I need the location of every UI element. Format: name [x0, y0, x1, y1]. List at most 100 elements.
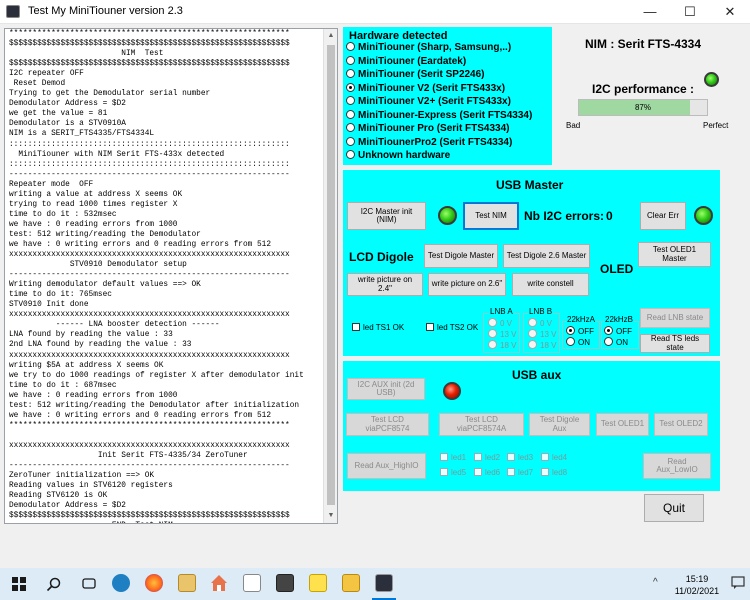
clear-err-button[interactable]: Clear Err	[640, 202, 686, 230]
notification-icon[interactable]	[731, 576, 745, 590]
minimize-button[interactable]: —	[630, 0, 670, 24]
maximize-button[interactable]: ☐	[670, 0, 710, 24]
app-icon	[6, 5, 20, 18]
hardware-option[interactable]: MiniTiounerPro2 (Serit FTS4334)	[346, 137, 512, 150]
radio-icon	[346, 123, 355, 132]
test-digole-26-master-button[interactable]: Test Digole 2.6 Master	[503, 244, 590, 268]
radio-icon	[346, 56, 355, 65]
home-icon[interactable]	[209, 573, 229, 593]
lnb-a-option: 13 V	[488, 329, 516, 339]
led5-checkbox[interactable]: led5	[440, 468, 466, 477]
minitiouner-icon[interactable]	[375, 574, 393, 592]
checkbox-icon	[474, 453, 482, 461]
hardware-option[interactable]: MiniTiouner Pro (Serit FTS4334)	[346, 123, 510, 136]
radio-selected-icon	[566, 326, 575, 335]
led3-checkbox[interactable]: led3	[507, 453, 533, 462]
hardware-option[interactable]: MiniTiouner (Serit SP2246)	[346, 69, 485, 82]
document-icon[interactable]	[243, 574, 261, 592]
scroll-up-icon[interactable]: ▲	[324, 29, 338, 43]
progress-text: 87%	[634, 103, 651, 112]
perfect-label: Perfect	[703, 121, 729, 130]
22khz-a-on-radio[interactable]: ON	[566, 337, 590, 347]
scroll-thumb[interactable]	[327, 45, 335, 505]
hardware-option[interactable]: Unknown hardware	[346, 150, 450, 163]
lnb-b-option: 0 V	[528, 318, 552, 328]
lnb-b-title: LNB B	[528, 307, 554, 316]
test-oled2-button[interactable]: Test OLED2	[654, 413, 708, 436]
22khz-b-off-radio[interactable]: OFF	[604, 326, 632, 336]
hardware-option-selected[interactable]: MiniTiouner V2 (Serit FTS433x)	[346, 83, 505, 96]
usb-aux-title: USB aux	[512, 368, 562, 382]
master-status-led-icon	[438, 206, 457, 225]
quit-button[interactable]: Quit	[644, 494, 704, 522]
hardware-option[interactable]: MiniTiouner-Express (Serit FTS4334)	[346, 110, 532, 123]
edge-icon[interactable]	[112, 574, 130, 592]
radio-icon	[488, 340, 497, 349]
led6-checkbox[interactable]: led6	[474, 468, 500, 477]
checkbox-icon	[541, 453, 549, 461]
lnb-b-option: 18 V	[528, 340, 556, 350]
nb-i2c-errors-value: 0	[606, 209, 613, 223]
usb-master-title: USB Master	[496, 178, 564, 192]
read-aux-low-button[interactable]: Read Aux_LowIO	[643, 453, 711, 479]
led-ts1-ok-checkbox[interactable]: led TS1 OK	[352, 323, 404, 332]
radio-icon	[528, 340, 537, 349]
i2c-performance-label: I2C performance :	[592, 82, 695, 96]
radio-icon	[488, 329, 497, 338]
i2c-aux-init-button[interactable]: I2C AUX init (2d USB)	[347, 378, 425, 400]
hardware-option[interactable]: MiniTiouner (Sharp, Samsung,..)	[346, 42, 511, 55]
window-title: Test My MiniTiouner version 2.3	[28, 5, 183, 17]
test-digole-master-button[interactable]: Test Digole Master	[424, 244, 498, 268]
scroll-down-icon[interactable]: ▼	[324, 509, 338, 523]
lnb-b-option: 13 V	[528, 329, 556, 339]
aux-status-led-icon	[443, 382, 461, 400]
file-explorer-icon[interactable]	[178, 574, 196, 592]
lnb-a-option: 0 V	[488, 318, 512, 328]
led8-checkbox[interactable]: led8	[541, 468, 567, 477]
read-aux-high-button[interactable]: Read Aux_HighIO	[347, 453, 426, 479]
checkbox-icon	[426, 323, 434, 331]
led2-checkbox[interactable]: led2	[474, 453, 500, 462]
22khz-a-title: 22kHzA	[566, 315, 597, 324]
clock-date[interactable]: 11/02/2021	[668, 586, 726, 596]
nim-title: NIM : Serit FTS-4334	[585, 37, 702, 51]
read-lnb-state-button[interactable]: Read LNB state	[640, 308, 710, 328]
checkbox-icon	[440, 453, 448, 461]
led1-checkbox[interactable]: led1	[440, 453, 466, 462]
led4-checkbox[interactable]: led4	[541, 453, 567, 462]
search-icon[interactable]	[46, 576, 62, 592]
22khz-a-off-radio[interactable]: OFF	[566, 326, 594, 336]
bad-label: Bad	[566, 121, 581, 130]
22khz-b-title: 22kHzB	[604, 315, 635, 324]
tray-chevron-icon[interactable]: ^	[653, 577, 658, 588]
i2c-performance-progress: 87%	[578, 99, 708, 116]
write-picture-26-button[interactable]: write picture on 2.6"	[428, 273, 506, 296]
led7-checkbox[interactable]: led7	[507, 468, 533, 477]
hardware-option[interactable]: MiniTiouner V2+ (Serit FTS433x)	[346, 96, 511, 109]
log-textarea[interactable]: ****************************************…	[4, 28, 338, 524]
test-lcd-pcf8574a-button[interactable]: Test LCD viaPCF8574A	[439, 413, 524, 436]
22khz-b-on-radio[interactable]: ON	[604, 337, 628, 347]
calculator-icon[interactable]	[276, 574, 294, 592]
test-nim-button[interactable]: Test NIM	[463, 202, 519, 230]
read-ts-leds-state-button[interactable]: Read TS leds state	[640, 334, 710, 353]
test-oled1-master-button[interactable]: Test OLED1 Master	[638, 242, 711, 267]
close-button[interactable]: ✕	[710, 0, 750, 24]
folder-icon[interactable]	[342, 574, 360, 592]
radio-icon	[346, 69, 355, 78]
hardware-option[interactable]: MiniTiouner (Eardatek)	[346, 56, 466, 69]
taskbar: ^ 15:19 11/02/2021	[0, 568, 750, 600]
firefox-icon[interactable]	[145, 574, 163, 592]
start-icon[interactable]	[12, 577, 26, 591]
clock-time[interactable]: 15:19	[677, 574, 717, 584]
sticky-notes-icon[interactable]	[309, 574, 327, 592]
led-ts2-ok-checkbox[interactable]: led TS2 OK	[426, 323, 478, 332]
i2c-master-init-button[interactable]: I2C Master init (NIM)	[347, 202, 426, 230]
log-scrollbar[interactable]: ▲ ▼	[323, 29, 337, 523]
test-lcd-pcf8574-button[interactable]: Test LCD viaPCF8574	[346, 413, 429, 436]
write-constell-button[interactable]: write constell	[512, 273, 589, 296]
test-digole-aux-button[interactable]: Test Digole Aux	[529, 413, 590, 436]
task-view-icon[interactable]	[81, 576, 97, 592]
test-oled1-button[interactable]: Test OLED1	[596, 413, 649, 436]
write-picture-24-button[interactable]: write picture on 2.4"	[347, 273, 423, 296]
